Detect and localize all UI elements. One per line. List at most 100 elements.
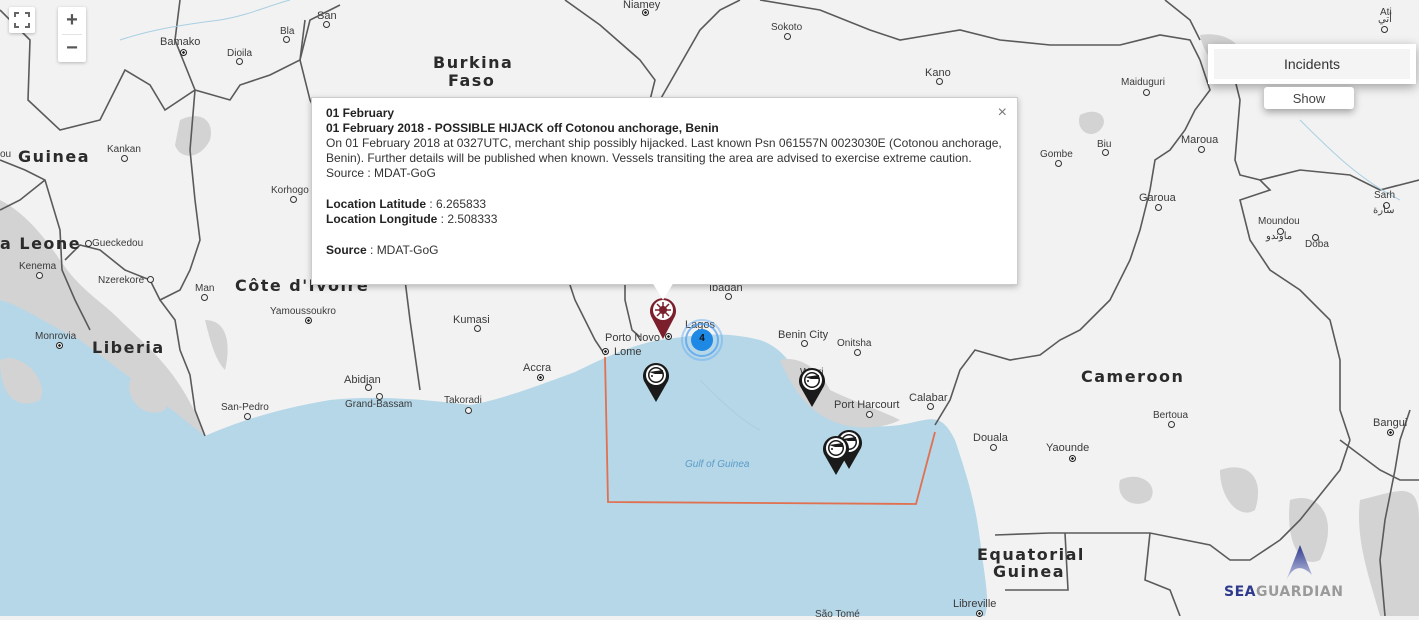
city-label: Bertoua xyxy=(1153,410,1189,421)
incident-popup: × 01 February 01 February 2018 - POSSIBL… xyxy=(311,97,1018,285)
city-label: Maroua xyxy=(1181,134,1219,146)
zoom-out-button[interactable]: − xyxy=(58,35,86,62)
incidents-title[interactable]: Incidents xyxy=(1214,49,1410,79)
city-label: Bla xyxy=(280,26,295,37)
show-incidents-button[interactable]: Show xyxy=(1264,87,1354,109)
popup-source: Source : MDAT-GoG xyxy=(326,243,1003,258)
country-label: a Leone xyxy=(0,234,82,253)
city-label: Monrovia xyxy=(35,331,77,342)
city-marker xyxy=(1143,89,1150,96)
country-label: Burkina xyxy=(433,53,514,72)
logo-text: SEAGUARDIAN xyxy=(1224,584,1343,600)
city-label: Bangui xyxy=(1373,417,1408,429)
logo-text-sea: SEA xyxy=(1224,584,1256,600)
city-label: Kankan xyxy=(107,144,141,155)
logo-triangle-icon xyxy=(1286,545,1312,581)
city-label: Garoua xyxy=(1139,192,1176,204)
city-label: Takoradi xyxy=(444,395,482,406)
city-label: Grand-Bassam xyxy=(345,399,413,410)
city-label: Onitsha xyxy=(837,338,872,349)
city-marker xyxy=(201,294,208,301)
city-label: Doba xyxy=(1305,239,1329,250)
city-marker xyxy=(784,33,791,40)
zoom-in-button[interactable]: + xyxy=(58,7,86,34)
fullscreen-icon xyxy=(14,12,30,28)
city-label: Abidjan xyxy=(344,374,381,386)
city-marker xyxy=(1155,204,1162,211)
source-label: Source xyxy=(326,243,367,257)
country-label: Equatorial xyxy=(977,545,1085,564)
city-label: San xyxy=(317,10,337,22)
selected-hijack-marker[interactable] xyxy=(648,296,678,345)
map-canvas[interactable] xyxy=(0,0,1419,616)
country-label: Faso xyxy=(448,71,496,90)
city-label: Gueckedou xyxy=(92,238,144,249)
city-label: Yamoussoukro xyxy=(270,306,336,317)
city-marker xyxy=(1168,421,1175,428)
city-label: Niamey xyxy=(623,0,661,11)
city-label: Benin City xyxy=(778,329,829,341)
city-label: Moundou xyxy=(1258,216,1300,227)
city-marker xyxy=(283,36,290,43)
country-label: Guinea xyxy=(18,147,91,166)
capital-marker xyxy=(1387,429,1394,436)
latitude-value: : 6.265833 xyxy=(426,197,487,211)
place-label: أتي xyxy=(1378,14,1392,25)
city-marker xyxy=(801,340,808,347)
city-marker xyxy=(725,293,732,300)
city-marker xyxy=(866,411,873,418)
pirate-incident-marker[interactable] xyxy=(821,434,851,481)
fullscreen-button[interactable] xyxy=(9,7,35,33)
country-label: Liberia xyxy=(92,338,165,357)
capital-marker xyxy=(180,49,187,56)
city-label: Sokoto xyxy=(771,22,803,33)
city-label: Kumasi xyxy=(453,314,490,326)
city-label: Lome xyxy=(614,346,642,358)
city-marker xyxy=(290,196,297,203)
city-marker xyxy=(1198,146,1205,153)
city-label: Kenema xyxy=(19,261,57,272)
city-marker xyxy=(936,78,943,85)
logo-text-guardian: GUARDIAN xyxy=(1255,584,1344,600)
city-label: Libreville xyxy=(953,598,997,610)
place-label: سارة xyxy=(1373,205,1395,216)
popup-title: 01 February 2018 - POSSIBLE HIJACK off C… xyxy=(326,121,719,135)
city-marker xyxy=(990,444,997,451)
country-label: Guinea xyxy=(993,562,1066,581)
latitude-label: Location Latitude xyxy=(326,197,426,211)
city-label: Maiduguri xyxy=(1121,77,1165,88)
popup-latitude: Location Latitude : 6.265833 xyxy=(326,197,1003,212)
popup-pointer xyxy=(652,282,674,300)
city-marker xyxy=(85,240,92,247)
water-body-label: Gulf of Guinea xyxy=(685,459,750,470)
capital-marker xyxy=(537,374,544,381)
source-value: : MDAT-GoG xyxy=(366,243,439,257)
popup-description: On 01 February 2018 at 0327UTC, merchant… xyxy=(326,136,1002,180)
incidents-panel: Incidents xyxy=(1208,44,1416,84)
city-label: Bamako xyxy=(160,36,201,48)
city-marker xyxy=(474,325,481,332)
city-marker xyxy=(121,155,128,162)
pirate-incident-marker[interactable] xyxy=(797,366,827,413)
city-label: San-Pedro xyxy=(221,402,269,413)
city-label: Kano xyxy=(925,67,951,79)
city-label: Yaounde xyxy=(1046,442,1090,454)
city-label: Douala xyxy=(973,432,1008,444)
pirate-icon xyxy=(823,436,849,475)
pirate-icon xyxy=(799,368,825,407)
pirate-icon xyxy=(643,363,669,402)
place-label: ou xyxy=(0,149,12,160)
popup-close-button[interactable]: × xyxy=(998,104,1007,122)
cluster-count: 4 xyxy=(699,333,705,344)
city-marker xyxy=(236,58,243,65)
city-label: Port Harcourt xyxy=(834,399,900,411)
pirate-incident-marker[interactable] xyxy=(641,361,671,408)
city-marker xyxy=(36,272,43,279)
place-label: ماوندو xyxy=(1266,231,1293,242)
incident-cluster-marker[interactable]: 4 xyxy=(680,318,724,362)
seaguardian-logo: SEAGUARDIAN xyxy=(1224,543,1374,603)
capital-marker xyxy=(1069,455,1076,462)
city-label: Gombe xyxy=(1040,149,1073,160)
capital-marker xyxy=(305,317,312,324)
city-marker xyxy=(1102,149,1109,156)
